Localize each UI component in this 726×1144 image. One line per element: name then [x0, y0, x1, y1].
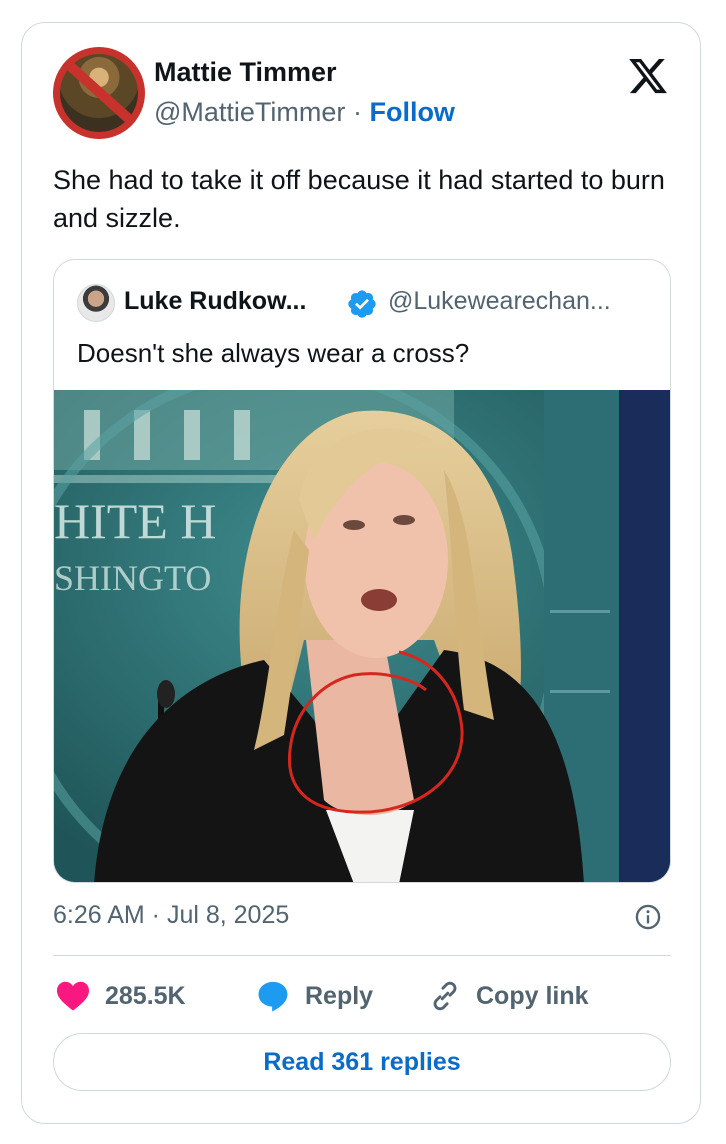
copy-link-button[interactable]: Copy link: [428, 977, 589, 1015]
copy-link-label: Copy link: [476, 981, 589, 1010]
like-count: 285.5K: [105, 981, 186, 1010]
quote-media-image[interactable]: HITE H SHINGTO: [54, 390, 670, 882]
backdrop-text-line-1: HITE H: [54, 493, 216, 549]
handle-separator: ·: [352, 97, 362, 127]
author-handle[interactable]: @MattieTimmer: [154, 97, 345, 127]
quote-text: Doesn't she always wear a cross?: [77, 338, 470, 368]
press-briefing-photo: HITE H SHINGTO: [54, 390, 670, 882]
quote-author-avatar: [77, 284, 115, 322]
info-icon[interactable]: [634, 903, 662, 931]
quoted-tweet[interactable]: Luke Rudkow... @Lukewearechan... Doesn't…: [53, 259, 671, 883]
author-name[interactable]: Mattie Timmer: [154, 57, 337, 88]
embedded-tweet-card: Mattie Timmer @MattieTimmer · Follow She…: [21, 22, 701, 1124]
x-logo-icon[interactable]: [625, 55, 671, 97]
author-avatar[interactable]: [53, 47, 145, 139]
tweet-text: She had to take it off because it had st…: [53, 165, 665, 233]
tweet-timestamp[interactable]: 6:26 AM · Jul 8, 2025: [53, 901, 289, 930]
heart-icon: [57, 981, 89, 1011]
quote-author-handle: @Lukewearechan...: [388, 287, 611, 315]
reply-button[interactable]: Reply: [255, 977, 373, 1015]
like-button[interactable]: 285.5K: [55, 977, 186, 1015]
read-replies-button[interactable]: Read 361 replies: [53, 1033, 671, 1091]
reply-bubble-icon: [258, 981, 288, 1012]
backdrop-text-line-2: SHINGTO: [54, 558, 211, 598]
reply-label: Reply: [305, 981, 374, 1010]
author-handle-row: @MattieTimmer · Follow: [154, 97, 455, 128]
link-icon: [433, 981, 457, 1011]
quote-author-name: Luke Rudkow...: [124, 287, 307, 315]
verified-badge-icon: [348, 290, 376, 318]
divider: [53, 955, 671, 956]
follow-button[interactable]: Follow: [369, 97, 454, 127]
